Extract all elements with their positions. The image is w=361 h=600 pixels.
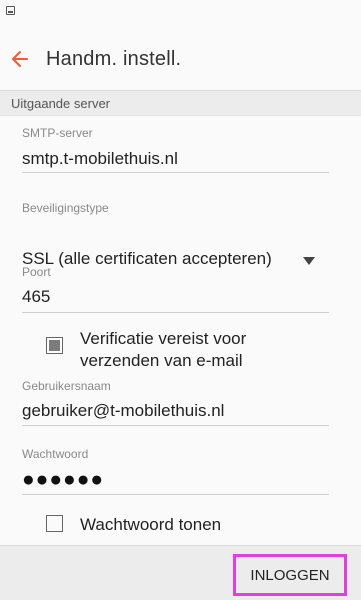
username-underline	[22, 425, 329, 426]
image-icon	[6, 6, 15, 15]
security-type-select[interactable]: SSL (alle certificaten accepteren)	[22, 249, 272, 269]
password-label: Wachtwoord	[22, 447, 89, 461]
section-header: Uitgaande server	[0, 90, 361, 116]
page-title: Handm. instell.	[46, 48, 182, 70]
username-label: Gebruikersnaam	[22, 379, 111, 393]
status-bar	[0, 0, 361, 26]
show-password-label: Wachtwoord tonen	[80, 515, 222, 534]
password-input[interactable]: ●●●●●●	[22, 468, 104, 492]
port-underline	[22, 312, 329, 313]
login-button[interactable]: INLOGGEN	[233, 554, 347, 596]
port-input[interactable]: 465	[22, 287, 50, 307]
smtp-server-label: SMTP-server	[22, 126, 93, 140]
section-header-label: Uitgaande server	[11, 96, 110, 111]
auth-required-label-line1: Verificatie vereist voor	[80, 329, 247, 348]
smtp-server-input[interactable]: smtp.t-mobilethuis.nl	[22, 149, 178, 169]
username-input[interactable]: gebruiker@t-mobilethuis.nl	[22, 401, 224, 421]
password-underline	[22, 494, 329, 495]
arrow-left-icon	[12, 51, 28, 67]
port-label: Poort	[22, 265, 51, 279]
chevron-down-icon[interactable]	[303, 257, 315, 265]
security-type-label: Beveiligingstype	[22, 201, 109, 215]
smtp-server-underline	[22, 172, 329, 173]
app-bar: Handm. instell.	[0, 26, 361, 88]
auth-required-label-line2: verzenden van e-mail	[80, 351, 243, 370]
back-button[interactable]	[4, 43, 36, 75]
auth-required-checkbox[interactable]	[46, 337, 63, 354]
show-password-checkbox[interactable]	[46, 515, 63, 532]
